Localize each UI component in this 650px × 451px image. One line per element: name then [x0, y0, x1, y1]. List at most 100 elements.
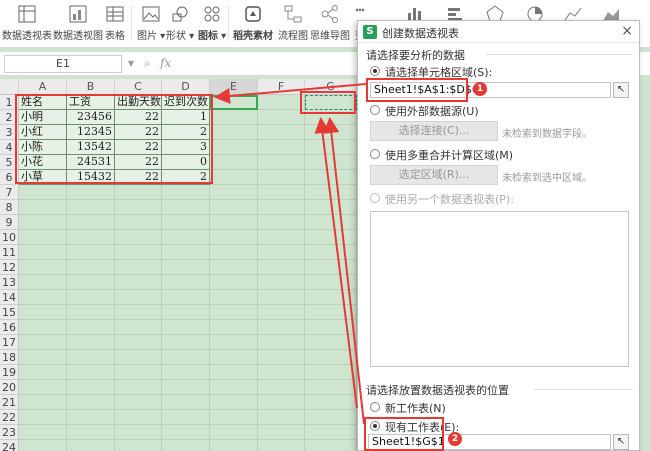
table-cell[interactable]	[19, 305, 67, 320]
table-cell[interactable]	[305, 275, 357, 290]
column-header[interactable]: F	[258, 79, 305, 95]
zoom-icon[interactable]: ⌕	[144, 56, 151, 71]
column-header[interactable]: D	[162, 79, 210, 95]
row-header[interactable]: 21	[0, 395, 19, 410]
table-cell[interactable]	[305, 125, 357, 140]
table-cell[interactable]	[258, 440, 305, 451]
table-cell[interactable]	[305, 170, 357, 185]
table-cell[interactable]	[258, 260, 305, 275]
table-cell[interactable]	[19, 440, 67, 451]
table-cell[interactable]	[162, 365, 210, 380]
table-cell[interactable]	[19, 365, 67, 380]
column-header[interactable]: A	[19, 79, 67, 95]
table-cell[interactable]	[258, 110, 305, 125]
table-cell[interactable]	[19, 215, 67, 230]
table-cell[interactable]	[19, 260, 67, 275]
pivot-table-button[interactable]: 数据透视表	[2, 3, 52, 42]
table-cell[interactable]	[162, 245, 210, 260]
table-cell[interactable]	[258, 140, 305, 155]
material-button[interactable]: 稻壳素材	[233, 3, 273, 42]
table-cell[interactable]	[67, 440, 115, 451]
table-cell[interactable]	[67, 275, 115, 290]
table-cell[interactable]	[305, 245, 357, 260]
table-cell[interactable]	[67, 245, 115, 260]
table-cell[interactable]	[258, 95, 305, 110]
table-cell[interactable]	[162, 215, 210, 230]
table-cell[interactable]	[67, 200, 115, 215]
table-cell[interactable]	[162, 185, 210, 200]
table-cell[interactable]	[115, 365, 162, 380]
table-cell[interactable]	[305, 320, 357, 335]
radio-external-source[interactable]	[370, 105, 380, 115]
table-cell[interactable]	[162, 275, 210, 290]
table-cell[interactable]	[210, 350, 258, 365]
table-cell[interactable]	[19, 245, 67, 260]
radio-multi-consolidation[interactable]	[370, 149, 380, 159]
table-cell[interactable]	[19, 320, 67, 335]
table-cell[interactable]	[258, 410, 305, 425]
table-cell[interactable]	[162, 395, 210, 410]
table-cell[interactable]	[258, 125, 305, 140]
radio-other-pivot[interactable]	[370, 193, 380, 203]
table-cell[interactable]	[210, 140, 258, 155]
table-cell[interactable]	[305, 290, 357, 305]
table-cell[interactable]	[258, 335, 305, 350]
radio-new-worksheet[interactable]	[370, 402, 380, 412]
table-cell[interactable]	[67, 215, 115, 230]
table-cell[interactable]	[258, 320, 305, 335]
table-cell[interactable]	[258, 215, 305, 230]
table-cell[interactable]	[67, 290, 115, 305]
row-header[interactable]: 10	[0, 230, 19, 245]
table-cell[interactable]	[210, 440, 258, 451]
table-cell[interactable]	[19, 275, 67, 290]
table-cell[interactable]	[258, 170, 305, 185]
select-range-button[interactable]: 选定区域(R)...	[370, 165, 498, 185]
table-cell[interactable]	[115, 410, 162, 425]
table-cell[interactable]	[305, 365, 357, 380]
table-cell[interactable]	[115, 395, 162, 410]
chevron-down-icon[interactable]: ▾	[128, 56, 134, 70]
row-header[interactable]: 14	[0, 290, 19, 305]
table-cell[interactable]	[258, 185, 305, 200]
table-cell[interactable]	[258, 290, 305, 305]
table-cell[interactable]	[210, 380, 258, 395]
table-cell[interactable]	[258, 380, 305, 395]
table-cell[interactable]	[19, 200, 67, 215]
table-cell[interactable]	[305, 230, 357, 245]
row-header[interactable]: 22	[0, 410, 19, 425]
function-icon[interactable]: fx	[160, 56, 171, 70]
row-header[interactable]: 13	[0, 275, 19, 290]
table-cell[interactable]	[67, 185, 115, 200]
table-cell[interactable]	[162, 320, 210, 335]
pivot-list-box[interactable]	[370, 211, 629, 367]
table-cell[interactable]	[210, 305, 258, 320]
table-cell[interactable]	[67, 350, 115, 365]
table-cell[interactable]	[210, 275, 258, 290]
row-header[interactable]: 19	[0, 365, 19, 380]
table-cell[interactable]	[305, 335, 357, 350]
table-cell[interactable]	[305, 200, 357, 215]
table-cell[interactable]	[305, 395, 357, 410]
table-cell[interactable]	[210, 110, 258, 125]
table-cell[interactable]	[162, 410, 210, 425]
table-cell[interactable]	[258, 425, 305, 440]
table-cell[interactable]	[210, 170, 258, 185]
table-cell[interactable]	[115, 230, 162, 245]
table-cell[interactable]	[305, 215, 357, 230]
table-cell[interactable]	[162, 260, 210, 275]
table-cell[interactable]	[162, 290, 210, 305]
table-cell[interactable]	[115, 305, 162, 320]
table-cell[interactable]	[258, 200, 305, 215]
table-cell[interactable]	[67, 380, 115, 395]
flowchart-button[interactable]: 流程图	[278, 3, 308, 42]
table-cell[interactable]	[115, 275, 162, 290]
close-icon[interactable]: ×	[621, 23, 633, 39]
table-cell[interactable]	[305, 425, 357, 440]
row-header[interactable]: 16	[0, 320, 19, 335]
table-cell[interactable]	[67, 410, 115, 425]
table-cell[interactable]	[162, 305, 210, 320]
table-cell[interactable]	[210, 410, 258, 425]
table-cell[interactable]	[210, 245, 258, 260]
table-cell[interactable]	[19, 395, 67, 410]
row-header[interactable]: 9	[0, 215, 19, 230]
